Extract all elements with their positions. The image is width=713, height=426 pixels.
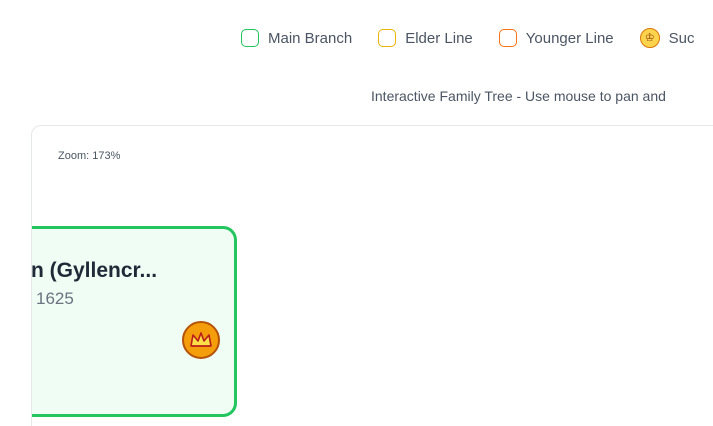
zoom-label: Zoom: 173% (58, 150, 121, 162)
legend-item-succession: ♔ Suc (639, 28, 695, 48)
legend: Main Branch Elder Line Younger Line ♔ Su… (241, 28, 713, 48)
main-branch-swatch-icon (241, 29, 259, 47)
legend-item-main-branch: Main Branch (241, 29, 352, 47)
legend-label-main-branch: Main Branch (268, 29, 353, 47)
crown-icon: ♔ (639, 28, 660, 48)
legend-label-succession: Suc (668, 29, 695, 47)
family-tree-page: Main Branch Elder Line Younger Line ♔ Su… (0, 0, 713, 426)
younger-line-swatch-icon (498, 29, 517, 47)
legend-item-elder-line: Elder Line (378, 29, 473, 47)
instructions-text: Interactive Family Tree - Use mouse to p… (371, 88, 666, 104)
legend-label-younger-line: Younger Line (525, 29, 614, 47)
elder-line-swatch-icon (378, 29, 397, 47)
person-card[interactable]: n (Gyllencr... 1625 (31, 226, 237, 417)
crown-icon (182, 321, 220, 359)
legend-label-elder-line: Elder Line (405, 29, 473, 47)
person-name: n (Gyllencr... (31, 259, 158, 282)
family-tree-canvas[interactable]: Zoom: 173% n (Gyllencr... 1625 (31, 125, 713, 426)
person-dates: 1625 (36, 289, 74, 308)
legend-item-younger-line: Younger Line (498, 29, 614, 47)
